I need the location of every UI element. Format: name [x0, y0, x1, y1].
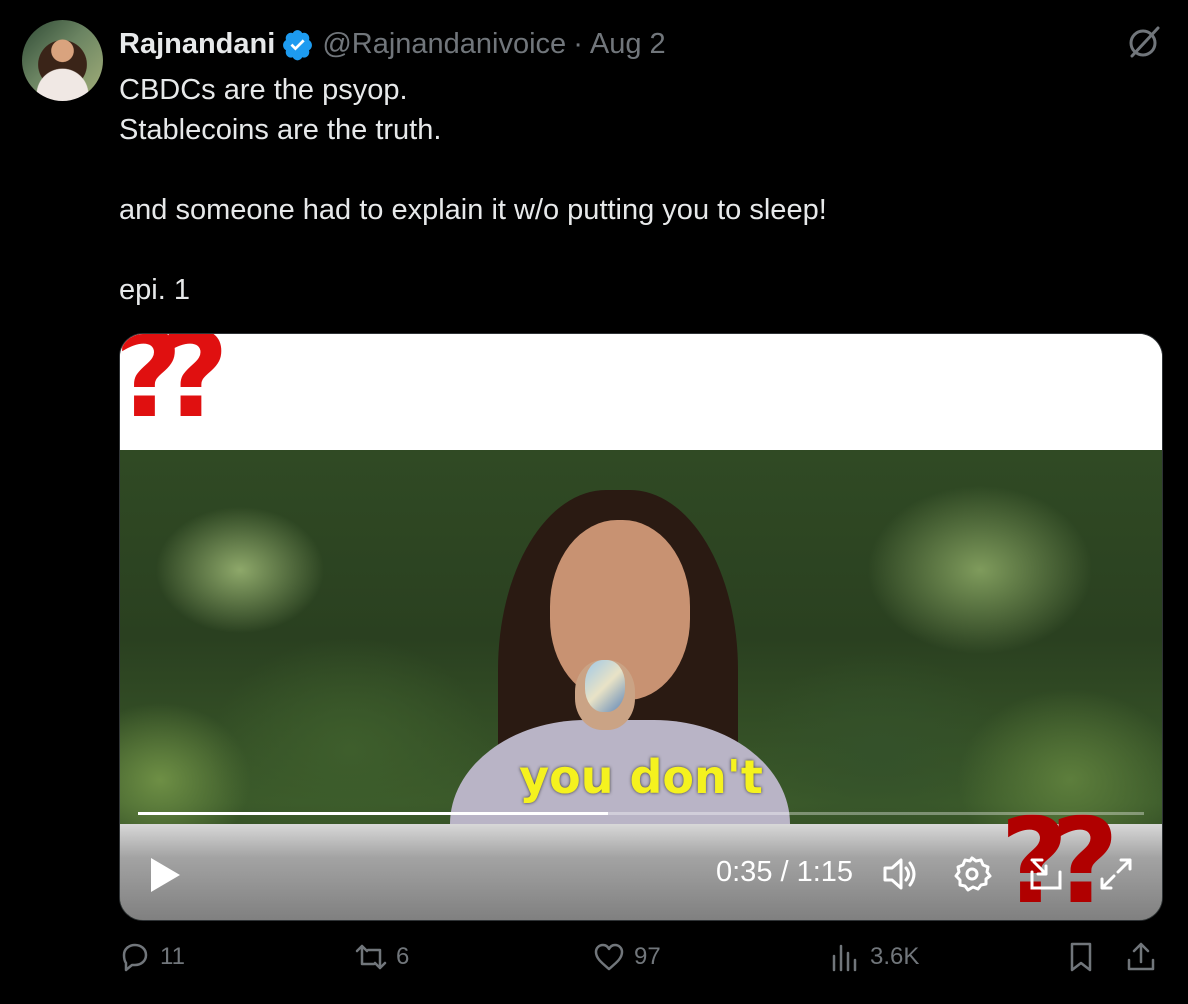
fullscreen-icon[interactable] — [1096, 854, 1136, 894]
video-time: 0:35 / 1:15 — [716, 856, 854, 888]
heart-icon — [594, 943, 624, 971]
separator-dot: · — [573, 27, 583, 60]
coin-prop — [585, 660, 625, 712]
repost-count: 6 — [396, 943, 410, 970]
tweet-line: Stablecoins are the truth. — [119, 114, 442, 146]
share-button[interactable] — [1124, 940, 1158, 974]
tweet-line-blank — [119, 230, 1119, 270]
tweet-date[interactable]: Aug 2 — [590, 28, 666, 61]
tweet-line-blank — [119, 150, 1119, 190]
reply-count: 11 — [160, 943, 185, 970]
tweet-header: Rajnandani @Rajnandanivoice · Aug 2 — [119, 24, 666, 64]
like-count: 97 — [634, 943, 661, 970]
question-marks-graphic: ?? — [119, 333, 229, 444]
repost-button[interactable]: 6 — [354, 940, 409, 974]
reply-button[interactable]: 11 — [118, 940, 185, 974]
repost-icon — [355, 944, 387, 970]
video-top-banner — [120, 334, 1162, 450]
author-name[interactable]: Rajnandani — [119, 28, 275, 61]
tweet-text: CBDCs are the psyop. Stablecoins are the… — [119, 70, 1119, 310]
avatar[interactable] — [22, 20, 103, 101]
views-count: 3.6K — [870, 943, 920, 970]
tweet-actions: 11 6 97 3.6K — [0, 940, 1188, 990]
tweet-line: and someone had to explain it w/o puttin… — [119, 194, 827, 226]
share-icon — [1127, 942, 1155, 971]
bookmark-icon — [1070, 942, 1092, 972]
author-handle[interactable]: @Rajnandanivoice — [322, 28, 566, 61]
grok-icon[interactable] — [1124, 22, 1164, 62]
views-button[interactable]: 3.6K — [828, 940, 919, 974]
tweet-line: epi. 1 — [119, 274, 190, 306]
pip-icon[interactable] — [1026, 854, 1066, 894]
bookmark-button[interactable] — [1064, 940, 1098, 974]
verified-badge-icon — [283, 29, 313, 60]
like-button[interactable]: 97 — [592, 940, 661, 974]
progress-fill — [138, 812, 608, 815]
video-player[interactable]: ?? you don't ?? 0:35 / 1:15 — [119, 333, 1163, 921]
settings-icon[interactable] — [952, 854, 992, 894]
reply-icon — [122, 943, 148, 972]
views-icon — [832, 944, 857, 972]
tweet-line: CBDCs are the psyop. — [119, 74, 408, 106]
volume-icon[interactable] — [880, 854, 920, 894]
play-icon[interactable] — [148, 856, 182, 894]
